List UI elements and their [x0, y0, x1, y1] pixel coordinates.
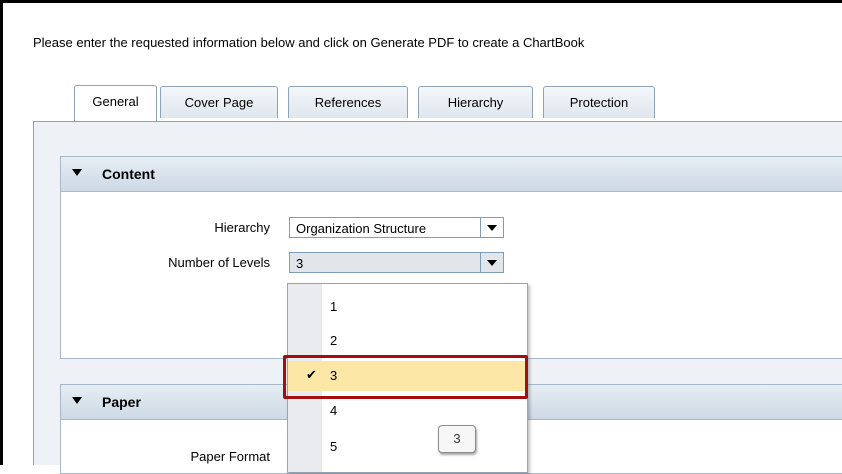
tab-protection[interactable]: Protection — [543, 86, 655, 118]
window-frame-top — [0, 0, 842, 3]
tab-cover-page[interactable]: Cover Page — [160, 86, 278, 118]
hierarchy-select[interactable]: Organization Structure — [289, 217, 504, 238]
collapse-triangle-icon[interactable] — [72, 169, 82, 176]
number-of-levels-select[interactable]: 3 — [289, 252, 504, 273]
tab-hierarchy[interactable]: Hierarchy — [418, 86, 533, 118]
tab-general[interactable]: General — [74, 85, 157, 121]
number-of-levels-value: 3 — [296, 256, 304, 271]
option-tooltip: 3 — [438, 425, 476, 453]
content-panel-header[interactable]: Content — [61, 157, 842, 192]
levels-dropdown-button[interactable] — [480, 253, 503, 272]
hierarchy-dropdown-button[interactable] — [480, 218, 503, 237]
collapse-triangle-icon[interactable] — [72, 397, 82, 404]
dropdown-option-label: 2 — [330, 333, 338, 348]
dropdown-option-5[interactable]: 5 — [288, 432, 527, 462]
paper-panel-title: Paper — [102, 394, 141, 410]
paper-format-label: Paper Format — [190, 449, 270, 464]
number-of-levels-label: Number of Levels — [168, 255, 270, 270]
hierarchy-label: Hierarchy — [214, 220, 270, 235]
hierarchy-select-value: Organization Structure — [296, 221, 427, 236]
dropdown-option-label: 1 — [330, 299, 338, 314]
instruction-text: Please enter the requested information b… — [33, 35, 585, 50]
dropdown-option-4[interactable]: 4 — [288, 396, 527, 426]
content-panel-title: Content — [102, 166, 155, 182]
chevron-down-icon — [487, 225, 497, 231]
dropdown-option-label: 5 — [330, 439, 338, 454]
tab-bar: General Cover Page References Hierarchy … — [33, 82, 842, 122]
dropdown-option-label: 4 — [330, 403, 338, 418]
chevron-down-icon — [487, 260, 497, 266]
dropdown-option-1[interactable]: 1 — [288, 292, 527, 322]
tab-references[interactable]: References — [288, 86, 408, 118]
window-frame-left — [0, 0, 3, 465]
dropdown-option-2[interactable]: 2 — [288, 326, 527, 356]
selection-annotation-outline — [283, 355, 528, 399]
